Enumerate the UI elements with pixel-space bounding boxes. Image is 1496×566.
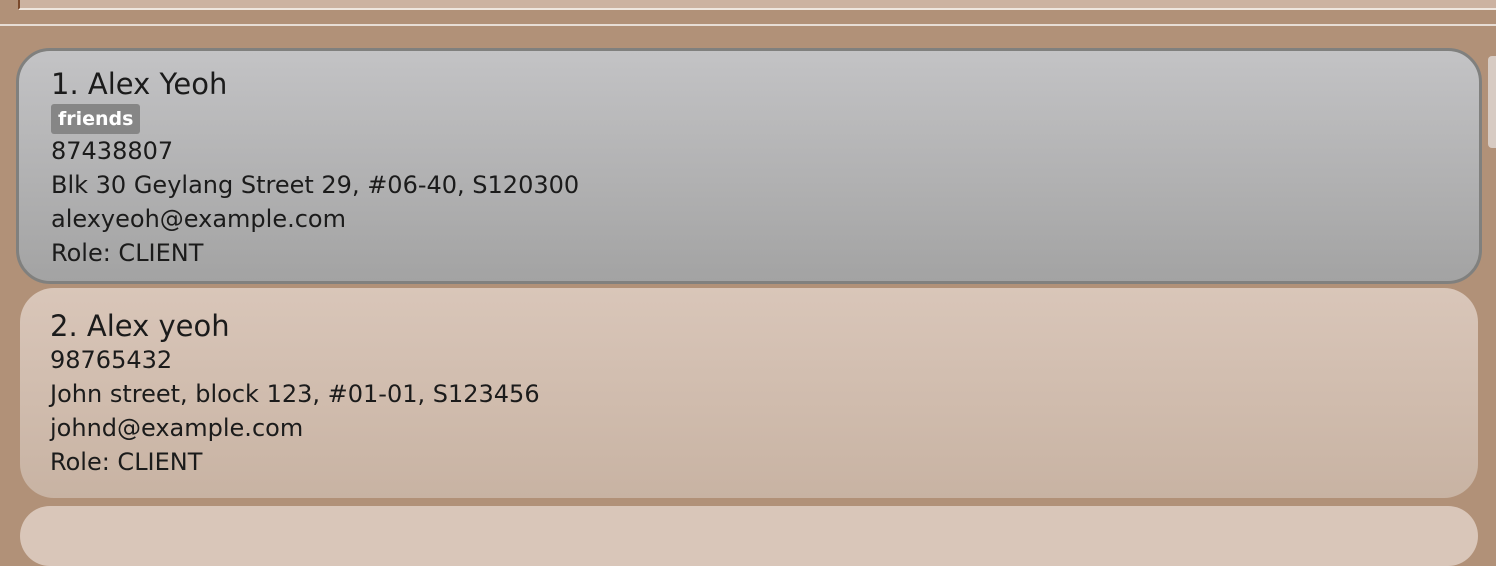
command-result-panel [18, 0, 1496, 10]
person-card-1[interactable]: 1. Alex Yeoh friends 87438807 Blk 30 Gey… [16, 48, 1482, 284]
person-address: John street, block 123, #01-01, S123456 [50, 380, 540, 408]
person-card-3[interactable] [20, 506, 1478, 566]
tag-badge: friends [51, 104, 141, 134]
person-phone: 87438807 [51, 137, 174, 165]
person-email: johnd@example.com [50, 414, 304, 442]
person-phone: 98765432 [50, 346, 173, 374]
person-email: alexyeoh@example.com [51, 205, 346, 233]
person-name: 2. Alex yeoh [50, 309, 230, 343]
person-name: 1. Alex Yeoh [51, 67, 228, 101]
person-role: Role: CLIENT [51, 239, 204, 267]
panel-divider [0, 24, 1496, 26]
person-role: Role: CLIENT [50, 448, 203, 476]
tag-list: friends [51, 101, 1479, 134]
person-card-2[interactable]: 2. Alex yeoh 98765432 John street, block… [20, 288, 1478, 498]
list-scrollbar[interactable] [1488, 56, 1496, 148]
person-address: Blk 30 Geylang Street 29, #06-40, S12030… [51, 171, 580, 199]
